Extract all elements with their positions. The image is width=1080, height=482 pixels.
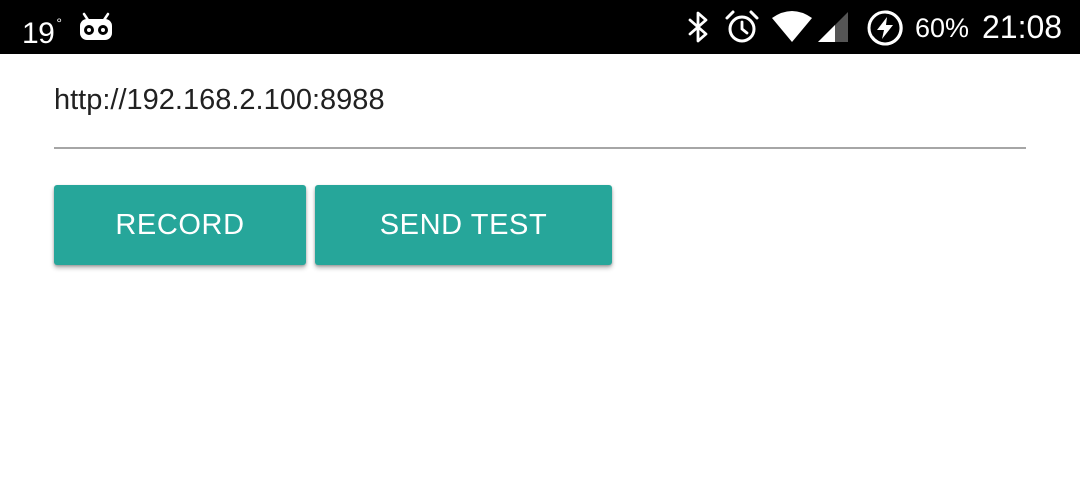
server-url-field[interactable] bbox=[54, 70, 1026, 150]
send-test-button[interactable]: SEND TEST bbox=[315, 185, 612, 265]
temperature-value: 19 bbox=[22, 17, 55, 50]
record-button[interactable]: RECORD bbox=[54, 185, 306, 265]
clock-time: 21:08 bbox=[982, 9, 1063, 45]
weather-temperature: 19 ° bbox=[22, 10, 62, 51]
battery-percent: 60% bbox=[915, 13, 970, 43]
android-icon bbox=[80, 12, 112, 40]
alarm-icon bbox=[725, 10, 759, 43]
temperature-unit: ° bbox=[56, 15, 62, 31]
server-url-input[interactable] bbox=[54, 80, 1026, 120]
url-field-underline bbox=[54, 147, 1026, 149]
battery-charging-icon bbox=[867, 10, 903, 46]
wifi-icon bbox=[772, 11, 812, 42]
status-bar: 19 ° 60% 21:08 bbox=[0, 0, 1080, 54]
cellular-signal-icon bbox=[818, 12, 848, 42]
bluetooth-icon bbox=[688, 11, 708, 43]
